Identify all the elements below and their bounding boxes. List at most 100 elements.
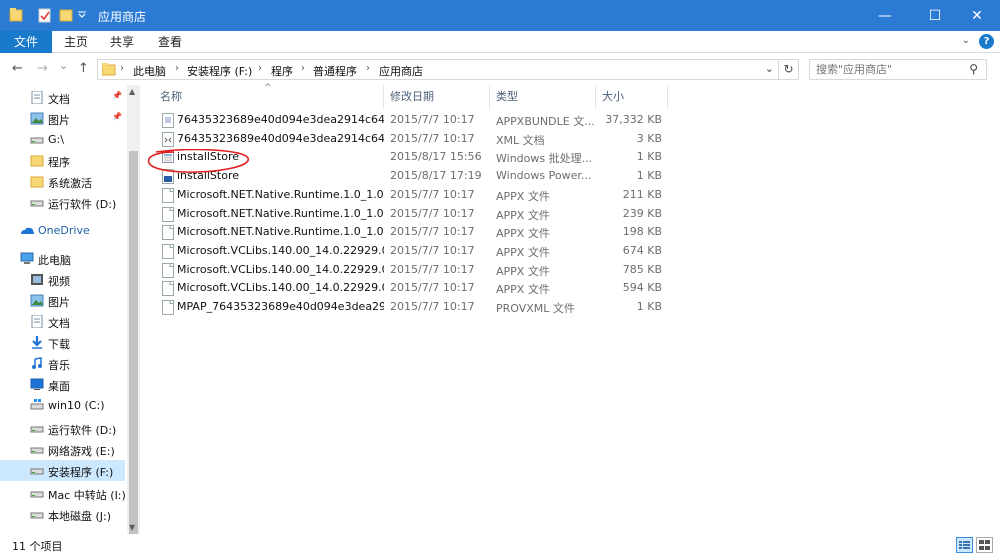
close-icon: ✕	[971, 7, 983, 24]
sidebar-item[interactable]: 此电脑	[0, 248, 125, 269]
sidebar-item[interactable]: G:\	[0, 129, 125, 150]
file-row[interactable]: Microsoft.VCLibs.140.00_14.0.22929.0... 2…	[154, 261, 668, 280]
sidebar-item[interactable]: Mac 中转站 (I:)	[0, 483, 126, 504]
forward-button[interactable]: →	[37, 61, 48, 76]
details-view-button[interactable]	[956, 537, 973, 553]
folder-icon	[30, 176, 44, 188]
sidebar-item[interactable]: 文档	[0, 311, 125, 332]
column-header-name[interactable]: 名称	[154, 85, 384, 109]
videos-icon	[31, 274, 43, 285]
sidebar-item[interactable]: win10 (C:)	[0, 395, 125, 416]
file-row[interactable]: 76435323689e40d094e3dea2914c64c... 2015/7…	[154, 130, 668, 149]
sidebar-item-label: 图片	[48, 296, 70, 309]
scrollbar-thumb[interactable]	[129, 151, 138, 543]
sidebar-item[interactable]: 文档 📌	[0, 87, 125, 108]
tab-view[interactable]: 查看	[150, 31, 190, 53]
column-header-type[interactable]: 类型	[490, 85, 596, 109]
refresh-icon: ↻	[783, 62, 794, 76]
sidebar-item[interactable]: 本地磁盘 (J:)	[0, 504, 125, 525]
properties-icon[interactable]	[38, 8, 51, 23]
sidebar-item[interactable]: 图片 📌	[0, 108, 125, 129]
sidebar-item-label: 文档	[48, 317, 70, 330]
folder-icon	[30, 155, 44, 167]
sidebar-item[interactable]: 桌面	[0, 374, 125, 395]
column-header-size[interactable]: 大小	[596, 85, 668, 109]
file-icon	[162, 187, 174, 203]
sidebar-item[interactable]: 安装程序 (F:)	[0, 460, 125, 481]
breadcrumb-separator[interactable]: ›	[301, 63, 305, 74]
tab-share[interactable]: 共享	[102, 31, 142, 53]
scroll-up-icon[interactable]: ▲	[129, 87, 135, 96]
sidebar-item-label: 图片	[48, 114, 70, 127]
tab-home[interactable]: 主页	[56, 31, 96, 53]
large-icons-view-button[interactable]	[976, 537, 993, 553]
breadcrumb-separator[interactable]: ›	[366, 63, 370, 74]
breadcrumb-separator[interactable]: ›	[175, 63, 179, 74]
file-type: APPX 文件	[496, 208, 550, 222]
file-name: Microsoft.VCLibs.140.00_14.0.22929.0...	[177, 262, 384, 276]
sidebar-item[interactable]: 系统激活	[0, 171, 125, 192]
maximize-button[interactable]: ☐	[912, 0, 958, 31]
file-row[interactable]: Microsoft.VCLibs.140.00_14.0.22929.0... 2…	[154, 279, 668, 298]
customize-toolbar-icon[interactable]	[78, 11, 86, 18]
breadcrumb-drive-f[interactable]: 安装程序 (F:)	[187, 63, 252, 79]
help-icon[interactable]: ?	[979, 34, 994, 49]
file-row[interactable]: Microsoft.VCLibs.140.00_14.0.22929.0... 2…	[154, 242, 668, 261]
scroll-down-icon[interactable]: ▼	[129, 523, 135, 532]
file-size: 37,332 KB	[605, 113, 662, 126]
recent-locations-button[interactable]: ⌄	[59, 59, 68, 72]
navigation-pane-scrollbar[interactable]: ▲ ▼	[127, 85, 140, 543]
sidebar-item[interactable]: 网络游戏 (E:)	[0, 439, 125, 460]
minimize-icon: —	[878, 7, 892, 24]
windows-drive-icon	[30, 399, 44, 410]
sidebar-item[interactable]: 运行软件 (D:)	[0, 418, 125, 439]
drive-icon	[30, 447, 44, 454]
file-row[interactable]: Microsoft.NET.Native.Runtime.1.0_1.0... 2…	[154, 223, 668, 242]
search-box[interactable]: ⚲	[809, 59, 987, 80]
drive-icon	[30, 426, 44, 433]
file-row[interactable]: Microsoft.NET.Native.Runtime.1.0_1.0... 2…	[154, 186, 668, 205]
folder-icon	[102, 63, 116, 76]
folder-icon[interactable]	[9, 8, 23, 22]
expand-ribbon-icon[interactable]: ⌄	[962, 35, 970, 46]
pictures-icon	[30, 294, 44, 307]
file-type: Windows 批处理...	[496, 152, 593, 166]
sidebar-item[interactable]: 视频	[0, 269, 125, 290]
tab-file[interactable]: 文件	[0, 31, 52, 53]
back-button[interactable]: ←	[12, 61, 23, 76]
minimize-button[interactable]: —	[862, 0, 908, 31]
file-row[interactable]: Microsoft.NET.Native.Runtime.1.0_1.0... 2…	[154, 205, 668, 224]
close-button[interactable]: ✕	[954, 0, 1000, 31]
breadcrumb-separator[interactable]: ›	[120, 63, 124, 74]
breadcrumb-this-pc[interactable]: 此电脑	[133, 63, 166, 79]
new-folder-icon[interactable]	[59, 9, 73, 22]
file-size: 674 KB	[622, 243, 662, 257]
sidebar-item[interactable]: 下载	[0, 332, 125, 353]
music-icon	[32, 357, 42, 369]
sidebar-item[interactable]: 程序	[0, 150, 125, 171]
search-input[interactable]	[816, 63, 966, 76]
address-dropdown-icon[interactable]: ⌄	[765, 62, 774, 75]
xml-file-icon	[162, 131, 174, 147]
refresh-button[interactable]: ↻	[779, 59, 799, 80]
up-button[interactable]: ↑	[78, 61, 89, 76]
file-row[interactable]: MPAP_76435323689e40d094e3dea29... 2015/7/…	[154, 298, 668, 317]
sidebar-item[interactable]: OneDrive	[0, 220, 125, 241]
sidebar-item-label: 文档	[48, 93, 70, 106]
address-bar[interactable]: › 此电脑 › 安装程序 (F:) › 程序 › 普通程序 › 应用商店 ⌄	[97, 59, 779, 80]
breadcrumb-app-store[interactable]: 应用商店	[379, 63, 423, 79]
sidebar-item-label: 桌面	[48, 380, 70, 393]
column-header-date[interactable]: 修改日期	[384, 85, 490, 109]
downloads-icon	[32, 336, 42, 349]
file-row[interactable]: 76435323689e40d094e3dea2914c64c... 2015/7…	[154, 111, 668, 130]
search-icon[interactable]: ⚲	[969, 62, 978, 76]
breadcrumb-separator[interactable]: ›	[258, 63, 262, 74]
breadcrumb-programs[interactable]: 程序	[271, 63, 293, 79]
breadcrumb-normal-programs[interactable]: 普通程序	[313, 63, 357, 79]
file-name: Microsoft.NET.Native.Runtime.1.0_1.0...	[177, 187, 384, 201]
title-bar: 应用商店 — ☐ ✕	[0, 0, 1000, 31]
sidebar-item[interactable]: 运行软件 (D:)	[0, 192, 125, 213]
file-name: 76435323689e40d094e3dea2914c64c...	[177, 113, 384, 126]
sidebar-item[interactable]: 图片	[0, 290, 125, 311]
sidebar-item[interactable]: 音乐	[0, 353, 125, 374]
